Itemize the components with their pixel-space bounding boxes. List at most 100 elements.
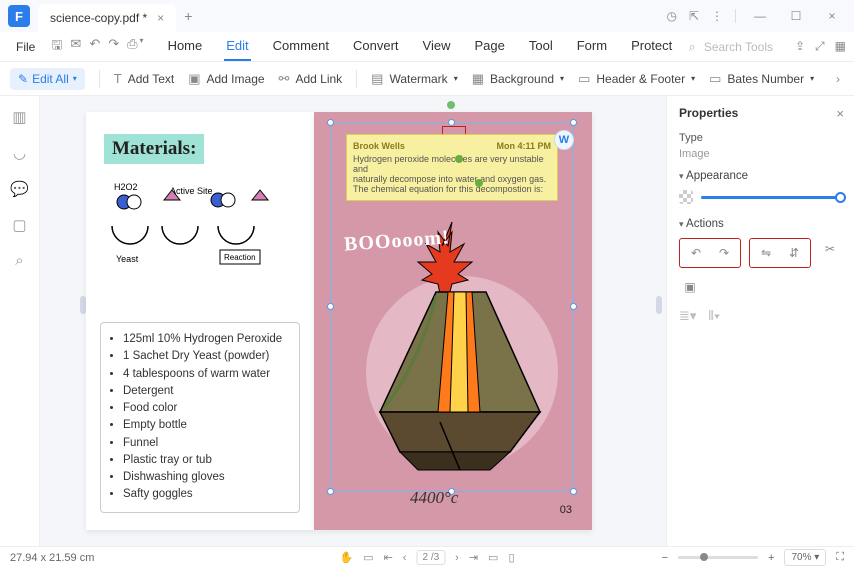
- resize-handle[interactable]: [327, 488, 334, 495]
- page-input[interactable]: 2 /3: [416, 550, 445, 565]
- next-page-icon[interactable]: ›: [455, 552, 459, 564]
- slider-track[interactable]: [701, 196, 842, 199]
- menu-home[interactable]: Home: [166, 32, 205, 61]
- opacity-slider[interactable]: [679, 190, 842, 204]
- zoom-in-button[interactable]: +: [768, 552, 774, 564]
- app-icon: F: [8, 5, 30, 27]
- minimize-button[interactable]: —: [748, 4, 772, 28]
- add-tab-button[interactable]: +: [184, 8, 192, 24]
- menu-file[interactable]: File: [8, 36, 43, 58]
- export-icon[interactable]: ⇪: [795, 39, 805, 54]
- kebab-icon[interactable]: ⋮: [711, 9, 723, 23]
- add-link-label: Add Link: [295, 72, 342, 86]
- first-page-icon[interactable]: ⇤: [384, 551, 393, 564]
- redo-icon[interactable]: ↷: [108, 36, 119, 58]
- thumbnails-icon[interactable]: ▥: [12, 108, 26, 126]
- mail-icon[interactable]: ✉: [70, 36, 81, 58]
- tab-title: science-copy.pdf *: [50, 11, 147, 25]
- word-badge[interactable]: W: [554, 130, 574, 150]
- resize-handle[interactable]: [327, 119, 334, 126]
- cloud-icon[interactable]: ◷: [666, 9, 676, 23]
- close-panel-icon[interactable]: ×: [836, 106, 844, 121]
- flip-vertical-button[interactable]: ⇵: [783, 242, 805, 264]
- sticky-note[interactable]: Brook Wells Mon 4:11 PM Hydrogen peroxid…: [346, 134, 558, 201]
- canvas[interactable]: Materials: H2O2 Active Site Yeast: [40, 96, 666, 546]
- document-tab[interactable]: science-copy.pdf * ×: [38, 4, 176, 32]
- resize-handle[interactable]: [570, 488, 577, 495]
- actions-section[interactable]: Actions: [679, 218, 842, 230]
- save-icon[interactable]: 🖫: [51, 36, 62, 58]
- zoom-thumb[interactable]: [700, 553, 708, 561]
- undo-icon[interactable]: ↶: [89, 36, 100, 58]
- resize-handle[interactable]: [327, 303, 334, 310]
- share-icon[interactable]: ⇱: [689, 9, 699, 23]
- menu-view[interactable]: View: [421, 32, 453, 61]
- attachment-icon[interactable]: ▢: [12, 216, 26, 234]
- fit-page-icon[interactable]: ▯: [508, 551, 514, 564]
- background-icon: ▦: [472, 71, 484, 87]
- menu-page[interactable]: Page: [473, 32, 507, 61]
- align-button[interactable]: ≣▾: [679, 308, 696, 324]
- menu-form[interactable]: Form: [575, 32, 609, 61]
- bates-number-button[interactable]: ▭Bates Number▾: [709, 71, 814, 87]
- menu-tool[interactable]: Tool: [527, 32, 555, 61]
- appearance-section[interactable]: Appearance: [679, 170, 842, 182]
- search-icon[interactable]: ⌕: [689, 39, 696, 55]
- menu-convert[interactable]: Convert: [351, 32, 401, 61]
- zoom-slider[interactable]: [678, 556, 758, 559]
- print-dropdown-icon[interactable]: ▾: [140, 36, 144, 58]
- resize-handle[interactable]: [448, 119, 455, 126]
- close-window-button[interactable]: ×: [820, 4, 844, 28]
- resize-handle[interactable]: [570, 303, 577, 310]
- replace-image-button[interactable]: ▣: [679, 276, 701, 298]
- background-button[interactable]: ▦Background▾: [472, 71, 564, 87]
- open-external-icon[interactable]: ⤢: [815, 39, 825, 54]
- list-item: Dishwashing gloves: [123, 469, 289, 486]
- menu-edit[interactable]: Edit: [224, 32, 250, 61]
- flip-horizontal-button[interactable]: ⇋: [755, 242, 777, 264]
- label-yeast: Yeast: [116, 254, 139, 264]
- properties-title: Properties: [679, 106, 842, 120]
- right-panel-handle[interactable]: [656, 296, 662, 314]
- menu-comment[interactable]: Comment: [271, 32, 331, 61]
- add-link-button[interactable]: ⚯Add Link: [279, 71, 343, 87]
- slider-thumb[interactable]: [835, 192, 846, 203]
- menu-protect[interactable]: Protect: [629, 32, 674, 61]
- list-item: 4 tablespoons of warm water: [123, 366, 289, 383]
- resize-handle[interactable]: [570, 119, 577, 126]
- close-tab-icon[interactable]: ×: [157, 11, 164, 25]
- bookmark-icon[interactable]: ◡: [13, 144, 26, 162]
- rotate-left-button[interactable]: ↶: [685, 242, 707, 264]
- prev-page-icon[interactable]: ‹: [403, 552, 407, 564]
- header-footer-button[interactable]: ▭Header & Footer▾: [578, 71, 695, 87]
- crop-button[interactable]: ✂: [819, 238, 841, 260]
- grid-icon[interactable]: ▦: [835, 39, 846, 54]
- rotate-handle[interactable]: [447, 101, 455, 109]
- watermark-button[interactable]: ▤Watermark▾: [371, 71, 458, 87]
- edit-all-button[interactable]: ✎ Edit All ▾: [10, 68, 85, 90]
- search-placeholder[interactable]: Search Tools: [704, 40, 773, 54]
- hand-tool-icon[interactable]: ✋: [339, 551, 353, 564]
- add-image-button[interactable]: ▣Add Image: [188, 71, 264, 87]
- rotate-right-button[interactable]: ↷: [713, 242, 735, 264]
- select-tool-icon[interactable]: ▭: [363, 551, 373, 564]
- distribute-button[interactable]: ⫴▾: [708, 308, 720, 324]
- comment-panel-icon[interactable]: 💬: [10, 180, 29, 198]
- chevron-down-icon: ▾: [560, 74, 564, 83]
- bates-icon: ▭: [709, 71, 721, 87]
- zoom-out-button[interactable]: −: [662, 552, 668, 564]
- note-line: naturally decompose into water and oxyge…: [353, 174, 546, 184]
- add-text-button[interactable]: TAdd Text: [114, 71, 174, 86]
- zoom-text: 70%: [791, 552, 811, 563]
- zoom-value[interactable]: 70% ▾: [784, 549, 826, 566]
- watermark-icon: ▤: [371, 71, 383, 87]
- pencil-icon: ✎: [18, 72, 28, 86]
- print-icon[interactable]: ⎙: [127, 36, 137, 58]
- toolbar-overflow-button[interactable]: ›: [832, 72, 844, 86]
- maximize-button[interactable]: ☐: [784, 4, 808, 28]
- fit-width-icon[interactable]: ▭: [488, 551, 498, 564]
- note-body: Hydrogen peroxide molecules are very uns…: [353, 154, 551, 194]
- fullscreen-icon[interactable]: ⛶: [836, 551, 844, 564]
- search-panel-icon[interactable]: ⌕: [15, 252, 23, 269]
- last-page-icon[interactable]: ⇥: [469, 551, 478, 564]
